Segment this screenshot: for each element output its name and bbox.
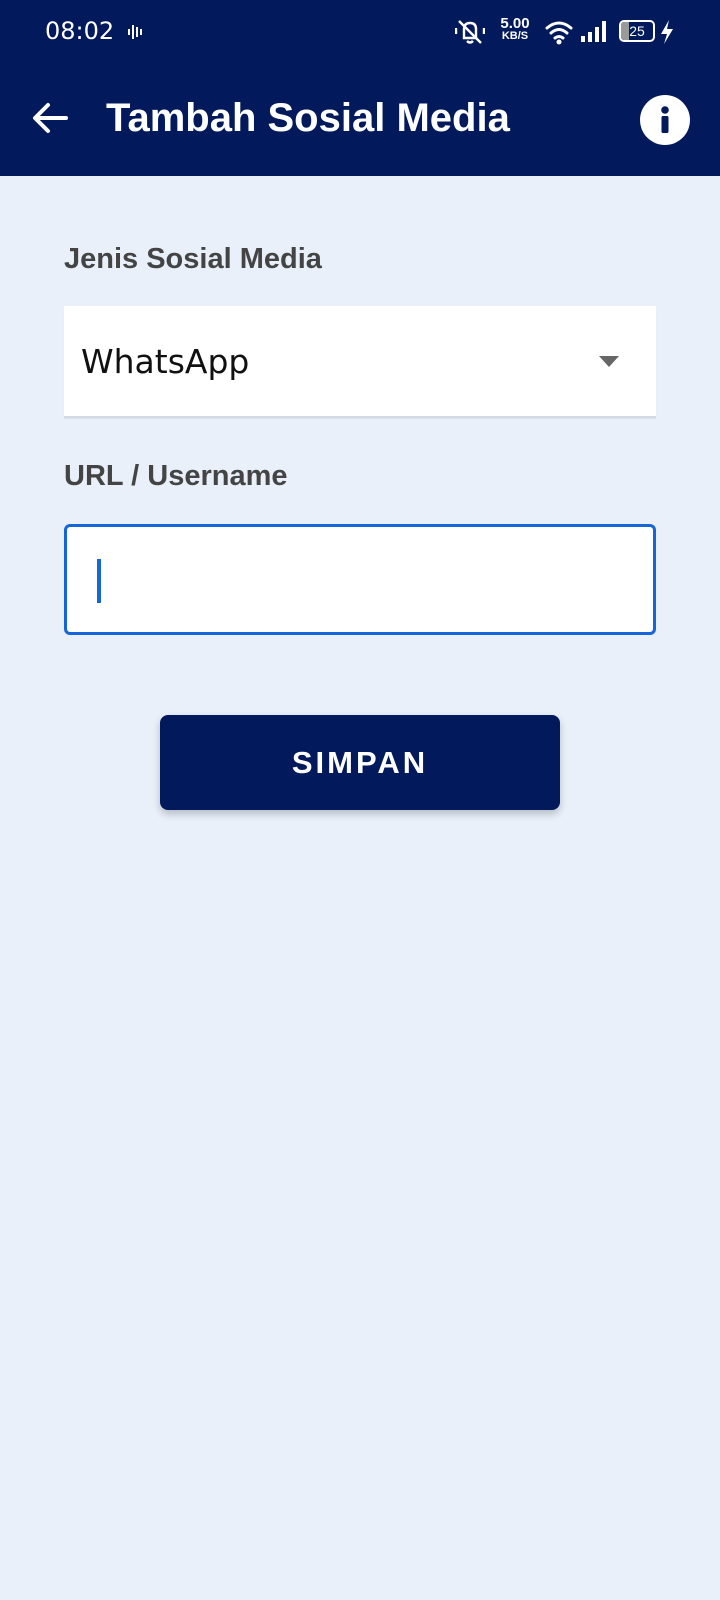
network-speed-unit: KB/S bbox=[501, 30, 529, 42]
social-type-value: WhatsApp bbox=[81, 342, 250, 381]
arrow-left-icon bbox=[33, 103, 68, 133]
battery-icon: 25 bbox=[619, 20, 655, 42]
app-bar: Tambah Sosial Media bbox=[0, 64, 720, 176]
social-type-label: Jenis Sosial Media bbox=[64, 243, 322, 275]
info-icon bbox=[661, 106, 669, 133]
status-time: 08:02 bbox=[45, 17, 115, 45]
status-bar: 08:02 5.00 KB/S 25 bbox=[0, 0, 720, 64]
back-button[interactable] bbox=[26, 94, 74, 142]
mute-vibrate-icon bbox=[455, 20, 485, 44]
social-type-select[interactable]: WhatsApp bbox=[64, 306, 656, 418]
page-title: Tambah Sosial Media bbox=[106, 96, 510, 140]
network-speed: 5.00 KB/S bbox=[497, 16, 533, 42]
charging-icon bbox=[661, 20, 673, 44]
save-button[interactable]: SIMPAN bbox=[160, 715, 560, 810]
url-username-input[interactable] bbox=[67, 527, 653, 632]
dropdown-arrow-icon bbox=[599, 356, 619, 367]
info-button[interactable] bbox=[640, 95, 690, 145]
text-caret bbox=[97, 559, 101, 603]
battery-level: 25 bbox=[629, 23, 645, 39]
network-speed-value: 5.00 bbox=[500, 15, 530, 32]
signal-icon bbox=[581, 21, 606, 42]
url-username-label: URL / Username bbox=[64, 460, 288, 492]
wifi-icon bbox=[545, 21, 573, 45]
url-username-field[interactable] bbox=[64, 524, 656, 635]
voice-activity-icon bbox=[128, 25, 142, 39]
